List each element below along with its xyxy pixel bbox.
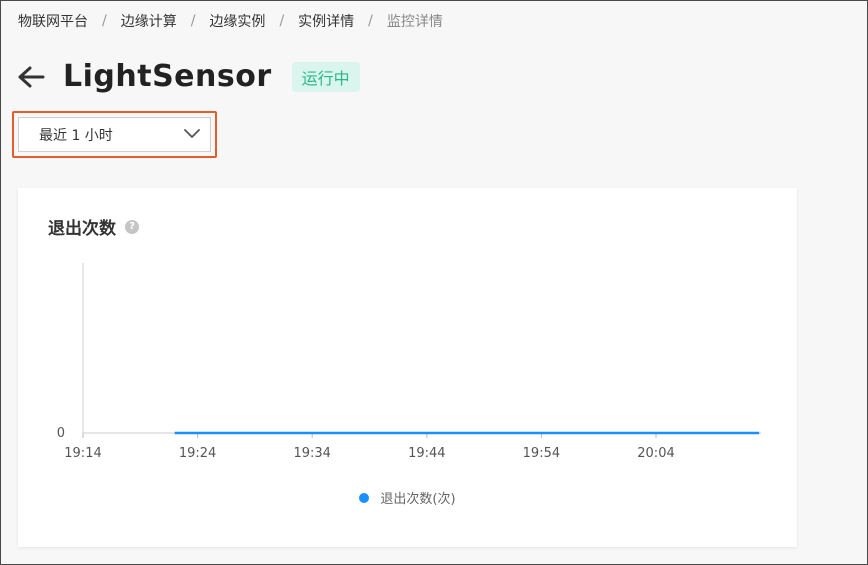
x-tick-label: 19:34 bbox=[293, 446, 330, 461]
x-tick-label: 19:44 bbox=[408, 446, 445, 461]
page-header: LightSensor 运行中 bbox=[17, 59, 360, 94]
x-tick-label: 20:04 bbox=[637, 446, 674, 461]
breadcrumb-separator: / bbox=[190, 13, 196, 29]
x-tick-label: 19:54 bbox=[523, 446, 560, 461]
breadcrumb-separator: / bbox=[368, 13, 373, 29]
x-tick-label: 19:14 bbox=[64, 446, 101, 461]
breadcrumb: 物联网平台 / 边缘计算 / 边缘实例 / 实例详情 / 监控详情 bbox=[18, 11, 443, 31]
breadcrumb-item-edge-instance[interactable]: 边缘实例 bbox=[209, 11, 265, 31]
x-tick-label: 19:24 bbox=[179, 446, 216, 461]
time-range-select[interactable]: 最近 1 小时 bbox=[18, 117, 211, 152]
chevron-down-icon bbox=[184, 127, 200, 143]
breadcrumb-separator: / bbox=[102, 13, 107, 29]
legend-label[interactable]: 退出次数(次) bbox=[380, 488, 455, 507]
chart-card: 退出次数 ? 19:14 19:24 19:34 19:44 19:54 20:04 0 退… bbox=[18, 188, 797, 547]
time-range-value: 最近 1 小时 bbox=[39, 127, 113, 144]
line-chart: 19:14 19:24 19:34 19:44 19:54 20:04 0 bbox=[57, 263, 761, 461]
breadcrumb-separator: / bbox=[279, 13, 285, 29]
breadcrumb-item-monitor-detail: 监控详情 bbox=[386, 14, 443, 30]
legend-dot-icon bbox=[359, 492, 370, 503]
breadcrumb-item-iot-platform[interactable]: 物联网平台 bbox=[18, 11, 88, 31]
chart-legend: 退出次数(次) bbox=[18, 488, 797, 507]
arrow-left-icon[interactable] bbox=[17, 65, 45, 89]
status-badge: 运行中 bbox=[291, 61, 360, 92]
y-tick-label: 0 bbox=[57, 426, 65, 441]
breadcrumb-item-instance-detail[interactable]: 实例详情 bbox=[298, 11, 354, 31]
page-title: LightSensor bbox=[63, 59, 272, 94]
time-range-select-highlight: 最近 1 小时 bbox=[12, 111, 217, 158]
breadcrumb-item-edge-computing[interactable]: 边缘计算 bbox=[121, 11, 177, 31]
